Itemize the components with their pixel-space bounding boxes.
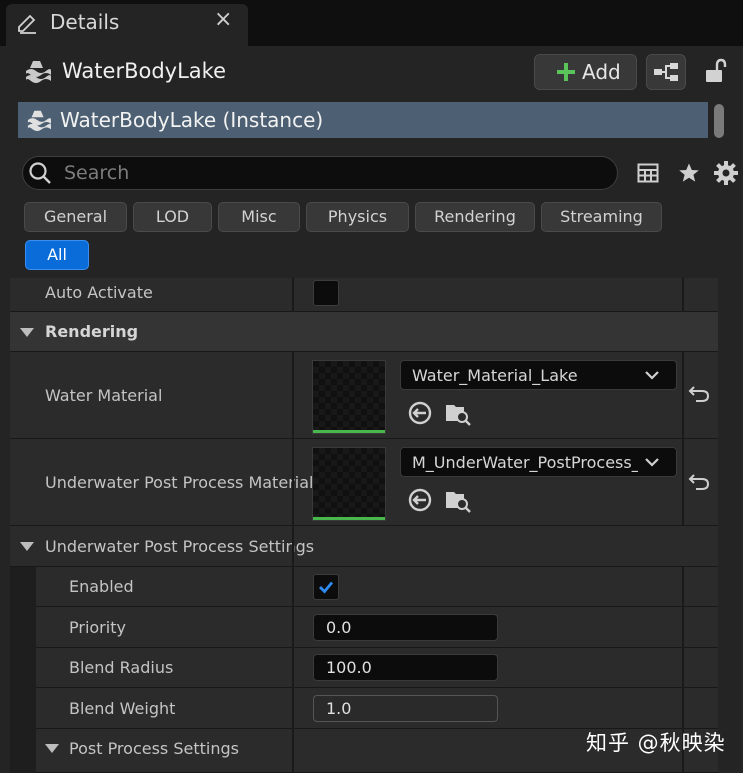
search-icon: [29, 162, 51, 184]
enabled-label: Enabled: [69, 577, 134, 596]
use-selected-asset-icon[interactable]: [407, 400, 433, 426]
star-icon[interactable]: [678, 162, 700, 184]
tab-details[interactable]: [6, 4, 248, 46]
search-input[interactable]: [62, 160, 602, 186]
filter-lod[interactable]: LOD: [133, 202, 212, 232]
actor-name: WaterBodyLake: [62, 59, 226, 83]
filter-general[interactable]: General: [24, 202, 127, 232]
filter-misc[interactable]: Misc: [218, 202, 300, 232]
filter-physics[interactable]: Physics: [306, 202, 409, 232]
priority-label: Priority: [69, 618, 126, 637]
expand-arrow-icon[interactable]: [45, 744, 59, 753]
chevron-down-icon: [645, 458, 659, 467]
rendering-category-label: Rendering: [45, 322, 139, 341]
details-pencil-icon: [18, 14, 36, 34]
property-row-enabled: [36, 567, 718, 607]
blend-weight-label: Blend Weight: [69, 699, 176, 718]
hierarchy-icon: [654, 63, 678, 81]
priority-field[interactable]: 0.0: [313, 614, 498, 641]
chevron-down-icon: [645, 371, 659, 380]
water-material-thumbnail[interactable]: [312, 360, 386, 434]
material-type-bar: [313, 430, 385, 433]
unlock-icon[interactable]: [703, 58, 727, 84]
water-material-label: Water Material: [45, 386, 163, 405]
auto-activate-checkbox[interactable]: [313, 280, 339, 306]
underwater-material-thumbnail[interactable]: [312, 447, 386, 521]
reset-to-default-icon[interactable]: [688, 472, 710, 492]
gear-icon[interactable]: [713, 160, 739, 186]
column-divider[interactable]: [292, 278, 294, 312]
watermark: 知乎 @秋映染: [586, 731, 726, 755]
tab-title: Details: [50, 10, 120, 34]
blend-radius-field[interactable]: 100.0: [313, 654, 498, 681]
water-body-instance-icon: [27, 110, 51, 132]
water-material-value: Water_Material_Lake: [412, 366, 578, 385]
checkmark-icon: [319, 581, 334, 594]
reset-to-default-icon[interactable]: [688, 384, 710, 404]
expand-arrow-icon[interactable]: [20, 542, 34, 551]
auto-activate-label: Auto Activate: [45, 283, 153, 302]
underwater-material-label: Underwater Post Process Material: [45, 473, 314, 492]
plus-icon: [557, 63, 575, 81]
indent-gutter: [10, 567, 36, 773]
use-selected-asset-icon[interactable]: [407, 487, 433, 513]
column-divider[interactable]: [292, 352, 294, 773]
column-divider: [682, 352, 684, 526]
filter-streaming[interactable]: Streaming: [541, 202, 662, 232]
post-process-settings-label: Post Process Settings: [69, 739, 239, 758]
component-scrollbar-thumb[interactable]: [714, 104, 724, 138]
water-body-icon: [26, 61, 51, 83]
material-type-bar: [313, 517, 385, 520]
filter-all[interactable]: All: [25, 240, 89, 270]
underwater-material-value: M_UnderWater_PostProcess_Volume: [412, 453, 638, 472]
blend-radius-label: Blend Radius: [69, 658, 174, 677]
blend-weight-field[interactable]: 1.0: [313, 695, 498, 722]
filter-rendering[interactable]: Rendering: [415, 202, 535, 232]
browse-asset-icon[interactable]: [444, 486, 472, 514]
instance-label: WaterBodyLake (Instance): [60, 108, 324, 132]
expand-arrow-icon[interactable]: [20, 328, 34, 337]
browse-asset-icon[interactable]: [444, 399, 472, 427]
table-view-icon[interactable]: [637, 162, 659, 184]
underwater-settings-label: Underwater Post Process Settings: [45, 537, 315, 556]
column-divider: [682, 278, 684, 312]
add-button-label: Add: [582, 60, 621, 84]
close-icon[interactable]: ×: [214, 9, 232, 31]
